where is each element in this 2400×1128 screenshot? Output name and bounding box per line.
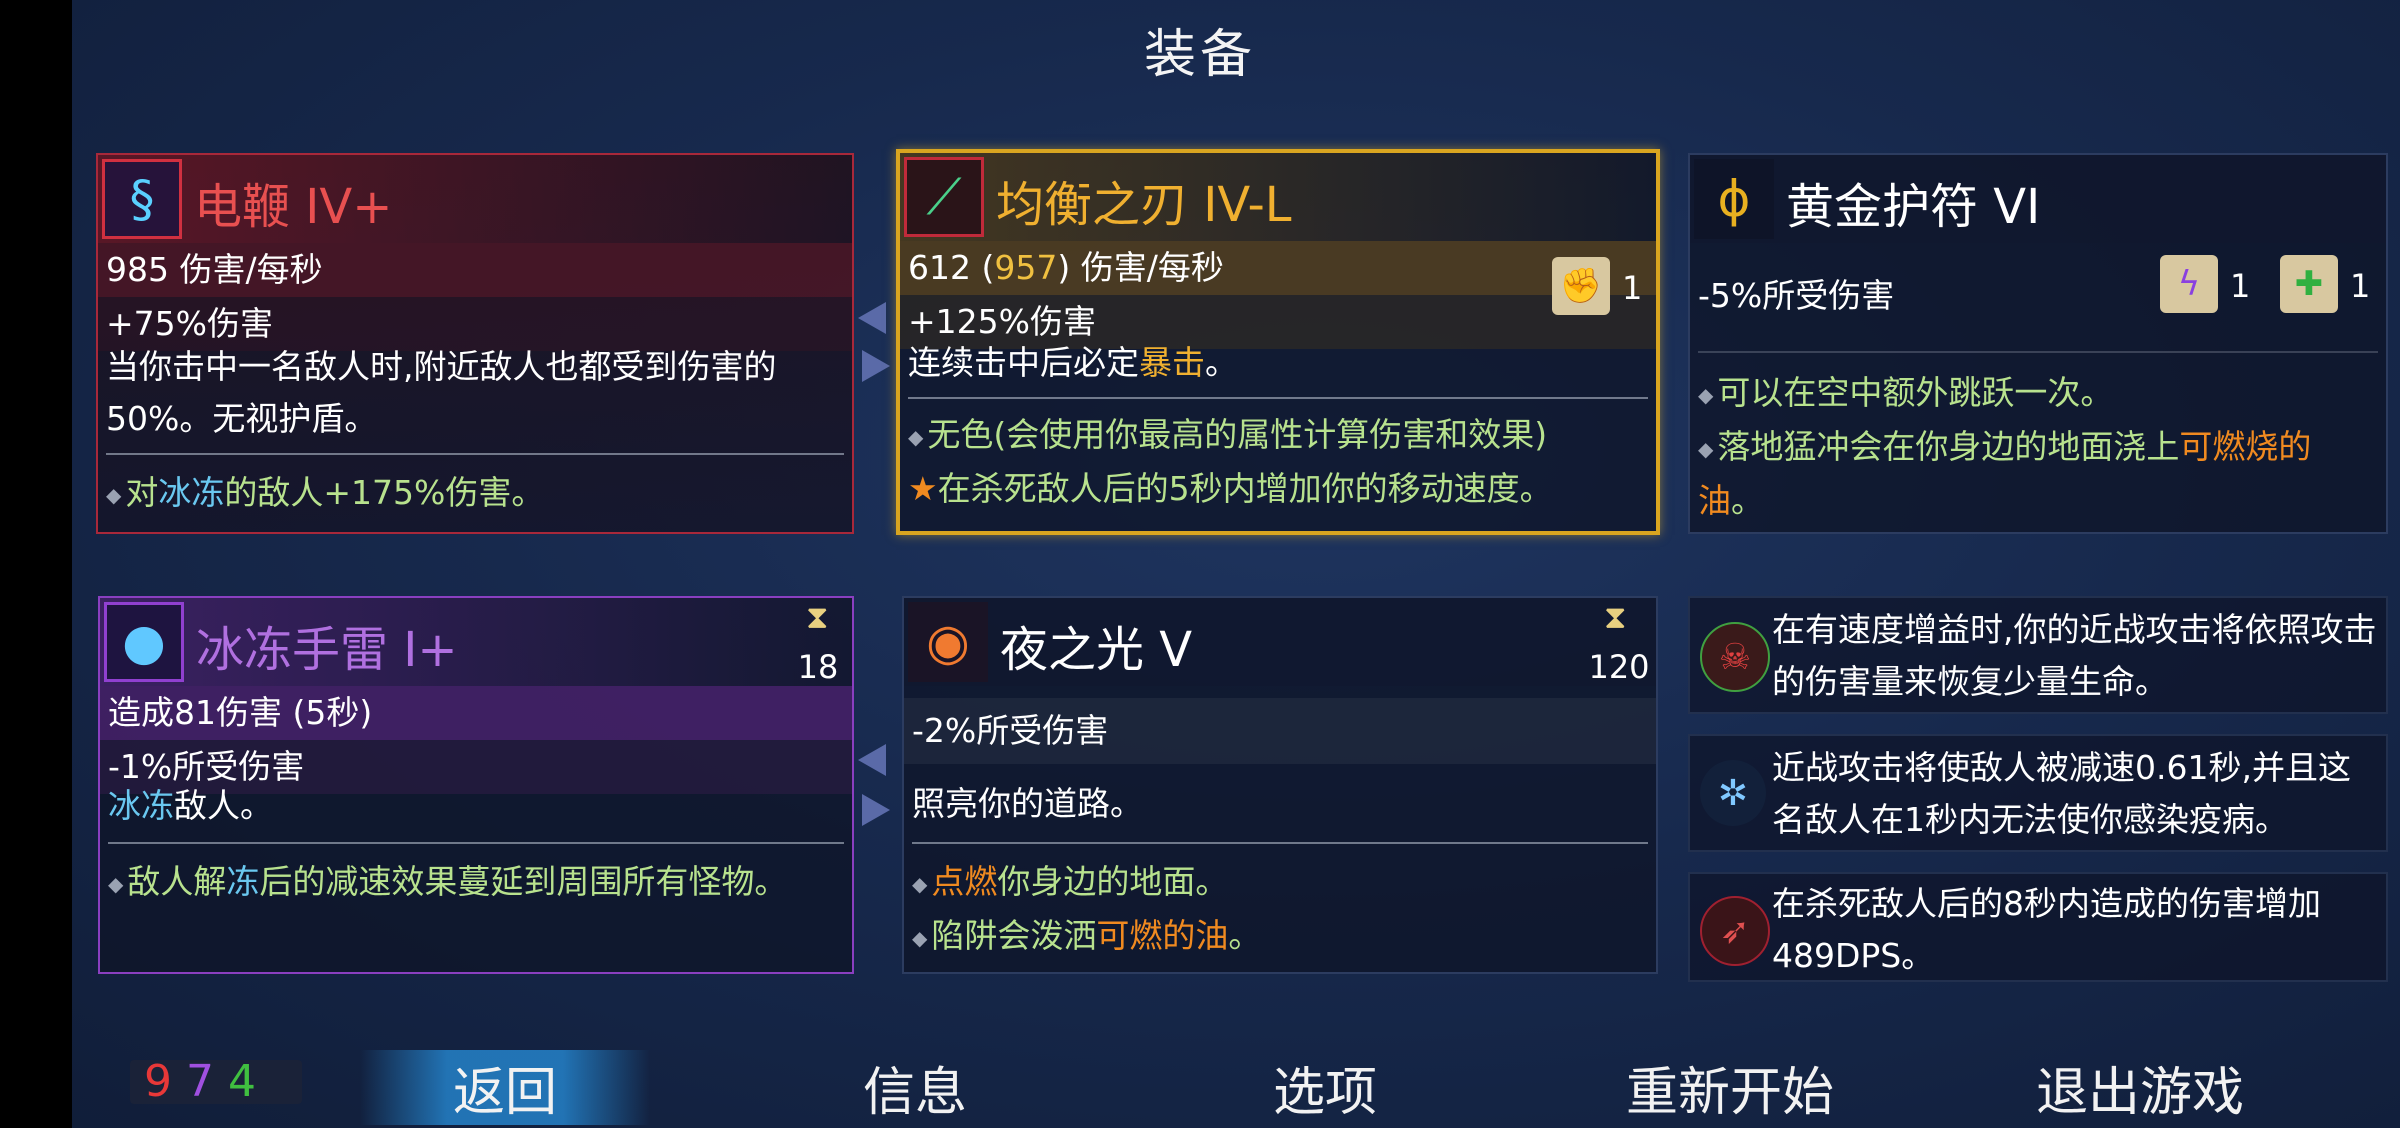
divider [108,842,844,844]
item-name: 冰冻手雷 I+ [196,622,458,678]
effect-text: 在有速度增益时,你的近战攻击将依照攻击的伤害量来恢复少量生命。 [1772,610,2377,701]
hourglass-icon: ⧗ [1604,598,1627,636]
bonus-line: ★在杀死敌人后的5秒内增加你的移动速度。 [908,469,1553,508]
item-description: 连续击中后必定暴击。 [908,343,1238,382]
lightning-scroll-icon: ϟ [2160,255,2218,313]
scroll-count: 1 [1622,269,1643,307]
fist-scroll-icon: ✊ [1552,257,1610,315]
card-electric-whip[interactable]: § 电鞭 IV+ 985 伤害/每秒 +75%伤害 当你击中一名敌人时,附近敌人… [96,153,854,534]
star-bullet-icon: ★ [908,469,938,508]
scroll-count: 1 [2350,267,2371,305]
night-light-icon: ◉ [908,602,988,682]
tactics-count: 7 [186,1056,228,1107]
freeze-grenade-icon: ● [104,602,184,682]
mutation-effect[interactable]: ☠ 在有速度增益时,你的近战攻击将依照攻击的伤害量来恢复少量生命。 [1688,596,2388,714]
bonus-line: ◆ 点燃你身边的地面。 [912,862,1229,901]
health-scroll-icon: ✚ [2280,255,2338,313]
item-description: 冰冻敌人。 [108,786,273,825]
cooldown-seconds: 18 [797,648,839,686]
bonus-line: ◆ 无色(会使用你最高的属性计算伤害和效果) [908,415,1548,454]
stat-dps: 612 (957) 伤害/每秒 [900,241,1656,295]
diamond-bullet-icon: ◆ [1698,382,1714,407]
divider [1698,351,2378,353]
options-button[interactable]: 选项 [1190,1050,1460,1125]
item-description: 当你击中一名敌人时,附近敌人也都受到伤害的50%。无视护盾。 [106,347,777,438]
crossbow-damage-icon: ➶ [1700,896,1770,966]
restart-button[interactable]: 重新开始 [1580,1050,1880,1125]
mutation-effect[interactable]: ✲ 近战攻击将使敌人被减速0.61秒,并且这名敌人在1秒内无法使你感染疫病。 [1688,734,2388,852]
diamond-bullet-icon: ◆ [912,871,928,896]
skull-heal-icon: ☠ [1700,622,1770,692]
item-name: 黄金护符 VI [1786,179,2041,235]
left-black-bar [0,0,72,1128]
bonus-line: ◆ 敌人解冻后的减速效果蔓延到周围所有怪物。 [108,862,788,901]
diamond-bullet-icon: ◆ [108,871,124,896]
stat-damage: 造成81伤害 (5秒) [100,686,852,740]
info-button[interactable]: 信息 [780,1050,1050,1125]
card-night-light[interactable]: ◉ 夜之光 V ⧗ 120 -2%所受伤害 照亮你的道路。 ◆ 点燃你身边的地面。… [902,596,1658,974]
card-balanced-blade[interactable]: ⟋ 均衡之刃 IV-L 612 (957) 伤害/每秒 +125%伤害 ✊ 1 … [896,149,1660,535]
quit-game-button[interactable]: 退出游戏 [1990,1050,2290,1125]
scroll-count: 1 [2230,267,2251,305]
cooldown-seconds: 120 [1588,648,1650,686]
survival-count: 4 [228,1056,270,1107]
swap-right-arrow-icon[interactable] [862,794,890,826]
effect-text: 近战攻击将使敌人被减速0.61秒,并且这名敌人在1秒内无法使你感染疫病。 [1772,748,2351,839]
bonus-line: ◆ 可以在空中额外跳跃一次。 [1698,373,2114,412]
page-title: 装备 [1143,25,1256,85]
diamond-bullet-icon: ◆ [912,925,928,950]
item-name: 电鞭 IV+ [194,179,393,235]
divider [106,453,844,455]
card-freeze-grenade[interactable]: ● 冰冻手雷 I+ ⧗ 18 造成81伤害 (5秒) -1%所受伤害 冰冻敌人。… [98,596,854,974]
item-name: 夜之光 V [1000,622,1193,678]
stat-scroll-counts: 974 [130,1060,302,1104]
stat-damage-taken: -2%所受伤害 [904,698,1656,764]
back-button[interactable]: 返回 [360,1050,650,1125]
swap-left-arrow-icon[interactable] [858,302,886,334]
frost-scythe-icon: ✲ [1700,760,1766,826]
divider [912,842,1648,844]
diamond-bullet-icon: ◆ [1698,436,1714,461]
bonus-line: ◆ 陷阱会泼洒可燃的油。 [912,916,1262,955]
card-golden-amulet[interactable]: ϕ 黄金护符 VI -5%所受伤害 ϟ 1 ✚ 1 ◆ 可以在空中额外跳跃一次。 … [1688,153,2388,534]
balanced-blade-icon: ⟋ [904,157,984,237]
hourglass-icon: ⧗ [806,598,829,636]
bonus-line: ◆ 落地猛冲会在你身边的地面浇上可燃烧的油。 [1698,427,2312,520]
mutation-effect[interactable]: ➶ 在杀死敌人后的8秒内造成的伤害增加489DPS。 [1688,872,2388,982]
diamond-bullet-icon: ◆ [908,424,924,449]
item-name: 均衡之刃 IV-L [996,177,1292,233]
bonus-line: ◆ 对冰冻的敌人+175%伤害。 [106,473,545,512]
stat-dps: 985 伤害/每秒 [98,243,852,297]
divider [908,397,1648,399]
effect-text: 在杀死敌人后的8秒内造成的伤害增加489DPS。 [1772,884,2321,975]
swap-left-arrow-icon[interactable] [858,744,886,776]
item-description: 照亮你的道路。 [912,784,1143,823]
electric-whip-icon: § [102,159,182,239]
brutality-count: 9 [144,1056,186,1107]
diamond-bullet-icon: ◆ [106,482,122,507]
swap-right-arrow-icon[interactable] [862,350,890,382]
golden-amulet-icon: ϕ [1694,159,1774,239]
